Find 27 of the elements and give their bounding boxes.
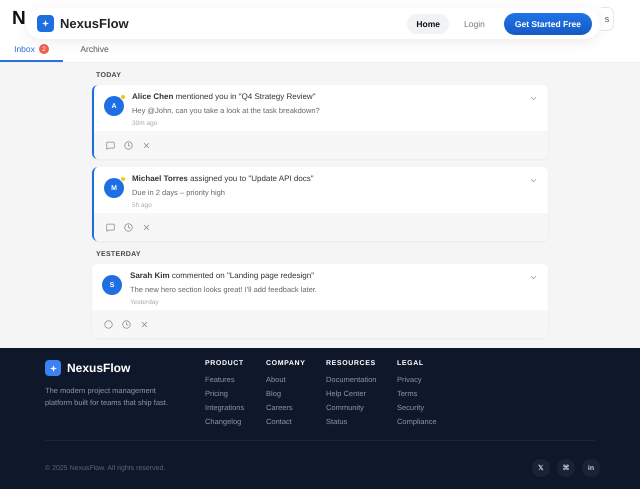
- logo-icon: [45, 360, 61, 376]
- comment-icon[interactable]: [106, 222, 115, 232]
- nav-link[interactable]: Login: [455, 14, 494, 34]
- chevron-down-icon[interactable]: [529, 176, 538, 185]
- clock-icon[interactable]: [124, 140, 133, 150]
- tab[interactable]: Archive: [63, 38, 126, 62]
- page-title: N: [12, 8, 26, 30]
- header-button[interactable]: s: [601, 7, 614, 31]
- unread-dot: [120, 94, 126, 100]
- get-started-button[interactable]: Get Started Free: [504, 12, 592, 34]
- chevron-down-icon[interactable]: [529, 273, 538, 282]
- footer-brand: NexusFlow: [67, 361, 130, 375]
- chevron-down-icon[interactable]: [529, 94, 538, 103]
- notification-title: Sarah Kim commented on "Landing page redesign": [130, 271, 316, 280]
- comment-icon[interactable]: [106, 140, 115, 150]
- close-icon[interactable]: [142, 222, 151, 232]
- close-icon[interactable]: [140, 320, 149, 328]
- clock-icon[interactable]: [124, 222, 133, 232]
- notification-title: Michael Torres assigned you to "Update API docs": [132, 174, 314, 183]
- close-icon[interactable]: [142, 140, 151, 150]
- notification-title: Alice Chen mentioned you in "Q4 Strategy Review": [132, 92, 317, 101]
- nav-link[interactable]: Home: [407, 14, 450, 34]
- unread-dot: [120, 176, 126, 182]
- circle-icon[interactable]: [104, 320, 113, 328]
- clock-icon[interactable]: [122, 320, 131, 328]
- logo-icon: [37, 15, 54, 32]
- brand-name: NexusFlow: [60, 16, 130, 31]
